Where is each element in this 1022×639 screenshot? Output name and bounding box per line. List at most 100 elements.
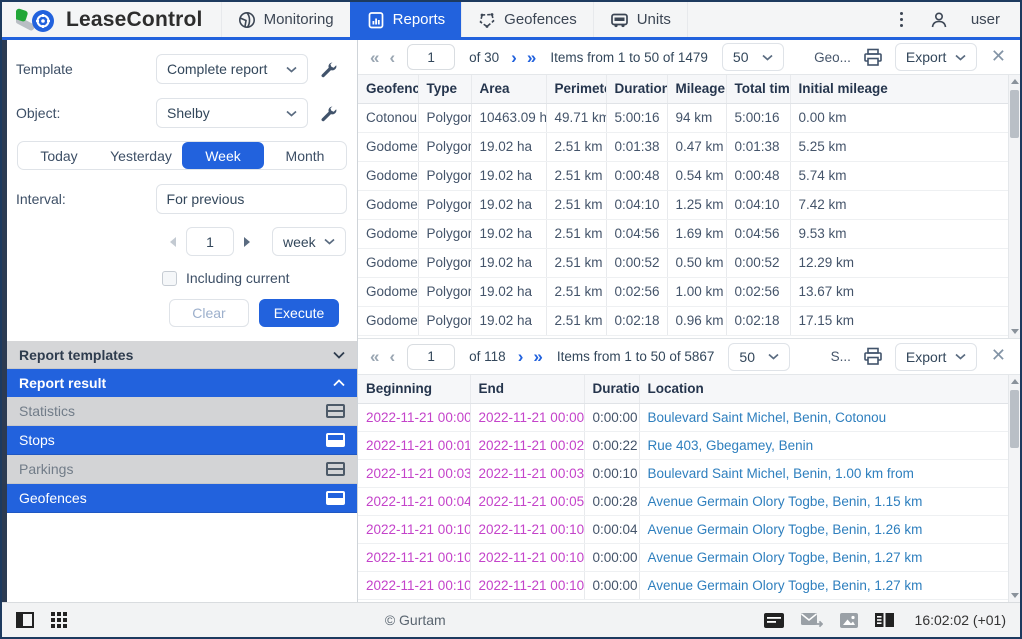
object-select[interactable]: Shelby (156, 98, 308, 128)
page-number-input[interactable] (407, 344, 455, 370)
table-cell: Godomey (358, 306, 418, 335)
including-current-checkbox[interactable] (162, 271, 177, 286)
split-panel-icon[interactable] (875, 613, 894, 627)
table-row[interactable]: GodomeyPolygon19.02 ha2.51 km0:00:480.54… (358, 161, 1009, 190)
interval-count-input[interactable] (186, 227, 234, 256)
last-page-icon[interactable]: » (531, 348, 544, 365)
page-size-select[interactable]: 50 (728, 343, 790, 371)
next-page-icon[interactable]: › (516, 348, 526, 365)
tab-monitoring[interactable]: Monitoring (221, 2, 350, 37)
tab-units[interactable]: Units (593, 2, 688, 37)
column-header[interactable]: Total time (726, 75, 790, 103)
table-row[interactable]: CotonouPolygon10463.09 ha49.71 km5:00:16… (358, 103, 1009, 132)
close-icon[interactable]: ✕ (983, 46, 1010, 69)
column-header[interactable]: Location (639, 375, 1009, 403)
prev-page-icon[interactable]: ‹ (387, 49, 397, 66)
table-row[interactable]: 2022-11-21 00:03:402022-11-21 00:03:500:… (358, 459, 1009, 487)
table-row[interactable]: GodomeyPolygon19.02 ha2.51 km0:04:101.25… (358, 190, 1009, 219)
range-month-button[interactable]: Month (264, 142, 346, 169)
kebab-menu-icon[interactable] (896, 8, 907, 31)
scrollbar-thumb[interactable] (1010, 90, 1019, 138)
column-header[interactable]: Area (471, 75, 546, 103)
template-wrench-icon[interactable] (320, 61, 337, 78)
result-item-parkings[interactable]: Parkings (7, 455, 357, 484)
interval-mode-select[interactable]: For previous (156, 184, 347, 214)
table-panel-icon (326, 433, 345, 447)
scrollbar-thumb[interactable] (1010, 390, 1019, 448)
table-row[interactable]: 2022-11-21 00:10:162022-11-21 00:10:200:… (358, 515, 1009, 543)
scrollbar-up-icon[interactable] (1009, 375, 1020, 388)
including-current-label: Including current (186, 270, 290, 286)
range-week-button[interactable]: Week (182, 142, 264, 169)
page-number-input[interactable] (407, 44, 455, 70)
table-row[interactable]: GodomeyPolygon19.02 ha2.51 km0:00:520.50… (358, 248, 1009, 277)
collapse-sidebar-icon[interactable] (16, 612, 34, 628)
table-row[interactable]: GodomeyPolygon19.02 ha2.51 km0:02:180.96… (358, 306, 1009, 335)
interval-unit-select[interactable]: weeks (272, 227, 346, 256)
table-cell: 0:00:10 (584, 459, 639, 487)
scrollbar-down-icon[interactable] (1009, 325, 1020, 338)
column-header[interactable]: Type (418, 75, 471, 103)
print-icon[interactable] (863, 347, 883, 366)
vertical-scrollbar[interactable] (1008, 375, 1020, 602)
table-row[interactable]: 2022-11-21 00:10:542022-11-21 00:10:540:… (358, 571, 1009, 599)
column-header[interactable]: Beginning (358, 375, 470, 403)
result-item-statistics[interactable]: Statistics (7, 397, 357, 426)
table-row[interactable]: 2022-11-21 00:00:062022-11-21 00:00:060:… (358, 403, 1009, 431)
table-row[interactable]: 2022-11-21 00:04:322022-11-21 00:05:000:… (358, 487, 1009, 515)
table-row[interactable]: 2022-11-21 00:10:382022-11-21 00:10:380:… (358, 543, 1009, 571)
result-item-label: Geofences (19, 490, 87, 506)
first-page-icon[interactable]: « (368, 348, 381, 365)
stepper-prev-icon[interactable] (170, 237, 176, 247)
range-today-button[interactable]: Today (18, 142, 100, 169)
column-header[interactable]: Duration (584, 375, 639, 403)
result-item-stops[interactable]: Stops (7, 426, 357, 455)
scrollbar-up-icon[interactable] (1009, 75, 1020, 88)
vertical-scrollbar[interactable] (1008, 75, 1020, 338)
table-row[interactable]: GodomeyPolygon19.02 ha2.51 km0:02:561.00… (358, 277, 1009, 306)
column-header[interactable]: Duration in (606, 75, 667, 103)
sidebar-scrollbar[interactable] (2, 40, 7, 602)
grid-view-icon[interactable] (51, 612, 67, 628)
section-report-templates[interactable]: Report templates (7, 341, 357, 369)
execute-button[interactable]: Execute (259, 299, 339, 327)
tab-geofences[interactable]: Geofences (461, 2, 593, 37)
table-row[interactable]: GodomeyPolygon19.02 ha2.51 km0:04:561.69… (358, 219, 1009, 248)
log-card-icon[interactable] (764, 613, 784, 628)
section-label: Report templates (19, 347, 133, 363)
page-size-select[interactable]: 50 (722, 43, 784, 71)
table-cell: Avenue Germain Olory Togbe, Benin, 1.26 … (639, 515, 1009, 543)
prev-page-icon[interactable]: ‹ (387, 348, 397, 365)
object-wrench-icon[interactable] (320, 105, 337, 122)
close-icon[interactable]: ✕ (983, 345, 1010, 368)
export-button[interactable]: Export (895, 343, 977, 371)
column-header[interactable]: Mileage (667, 75, 726, 103)
result-item-geofences[interactable]: Geofences (7, 484, 357, 513)
tab-reports[interactable]: Reports (350, 2, 462, 37)
gallery-icon[interactable] (840, 613, 858, 628)
username-label[interactable]: user (971, 11, 1000, 28)
next-page-icon[interactable]: › (509, 49, 519, 66)
stepper-next-icon[interactable] (244, 237, 250, 247)
column-header[interactable]: Initial mileage (790, 75, 1009, 103)
table-row[interactable]: 2022-11-21 00:01:502022-11-21 00:02:120:… (358, 431, 1009, 459)
section-report-result[interactable]: Report result (7, 369, 357, 397)
column-header[interactable]: Geofence (358, 75, 418, 103)
export-button[interactable]: Export (895, 43, 977, 71)
mail-forward-icon[interactable] (801, 613, 823, 628)
table-cell: 9.53 km (790, 219, 1009, 248)
tab-label: Reports (393, 11, 446, 28)
column-header[interactable]: End (470, 375, 584, 403)
scrollbar-down-icon[interactable] (1009, 589, 1020, 602)
template-select[interactable]: Complete report (156, 54, 308, 84)
first-page-icon[interactable]: « (368, 49, 381, 66)
table-row[interactable]: GodomeyPolygon19.02 ha2.51 km0:01:380.47… (358, 132, 1009, 161)
table-cell: 0.54 km (667, 161, 726, 190)
last-page-icon[interactable]: » (525, 49, 538, 66)
print-icon[interactable] (863, 48, 883, 67)
column-header[interactable]: Perimeter (546, 75, 606, 103)
table-cell: 2022-11-21 00:10:54 (470, 571, 584, 599)
clear-button[interactable]: Clear (169, 299, 249, 327)
range-yesterday-button[interactable]: Yesterday (100, 142, 182, 169)
user-icon[interactable] (929, 10, 949, 30)
